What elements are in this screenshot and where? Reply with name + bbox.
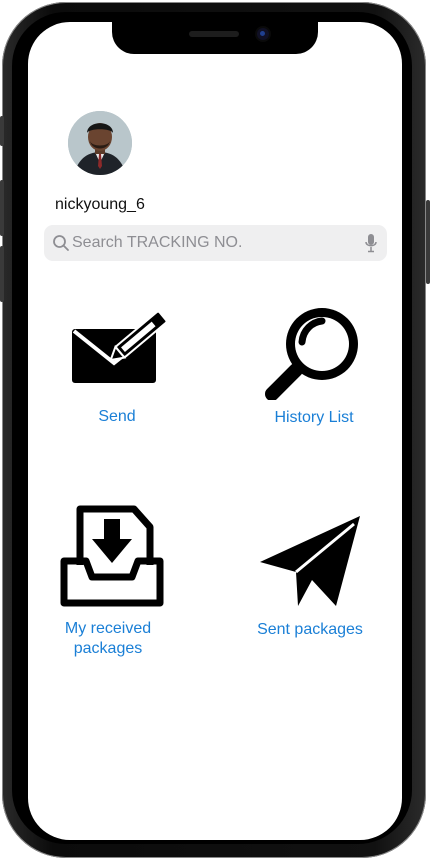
inbox-download-icon: [60, 505, 164, 607]
avatar[interactable]: [68, 111, 132, 175]
send-button[interactable]: Send: [62, 305, 172, 427]
tracking-search-bar[interactable]: [44, 225, 387, 261]
phone-side-button: [0, 116, 4, 146]
sent-packages-label: Sent packages: [257, 621, 363, 638]
received-label-line1: My received: [64, 620, 152, 637]
received-packages-button[interactable]: My received packages: [52, 505, 164, 659]
envelope-pencil-icon: [72, 310, 168, 383]
search-icon: [53, 235, 69, 251]
magnifier-icon: [265, 308, 358, 400]
received-label-line2: packages: [73, 640, 143, 657]
notch: [112, 22, 318, 54]
sent-packages-button[interactable]: Sent packages: [254, 514, 366, 640]
send-label: Send: [98, 408, 136, 425]
mic-icon[interactable]: [363, 233, 379, 253]
history-list-button[interactable]: History List: [258, 300, 370, 428]
phone-side-button: [0, 180, 4, 236]
username: nickyoung_6: [55, 196, 145, 213]
tracking-search-input[interactable]: [72, 225, 352, 261]
user-avatar-photo-icon: [68, 111, 132, 175]
phone-side-button: [0, 246, 4, 302]
front-camera: [257, 28, 269, 40]
history-list-label: History List: [274, 409, 354, 426]
phone-side-button: [426, 200, 430, 284]
speaker: [189, 31, 239, 37]
paper-plane-icon: [260, 516, 360, 606]
